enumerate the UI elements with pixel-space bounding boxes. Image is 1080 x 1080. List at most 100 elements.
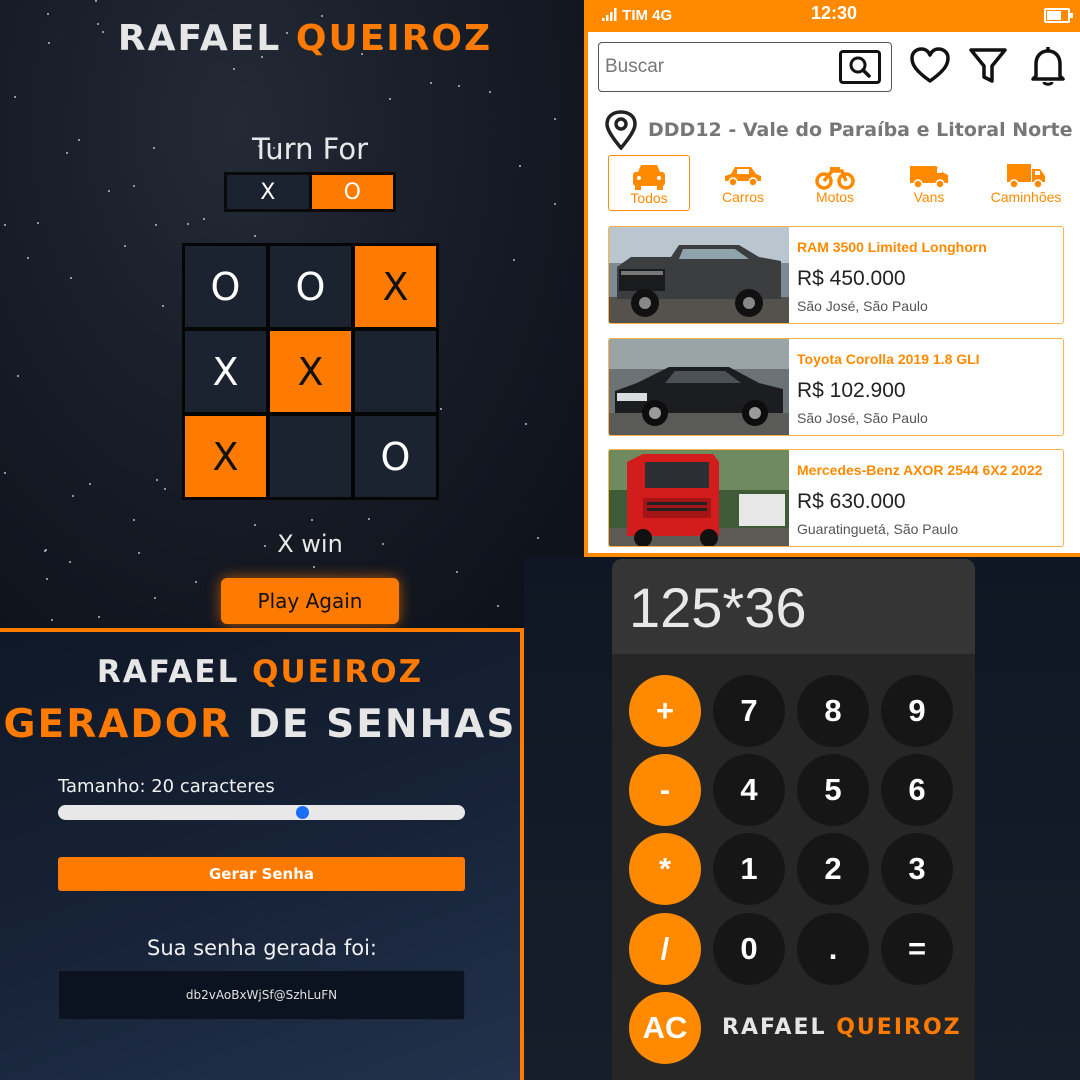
calc-key[interactable]: 9 <box>881 675 953 747</box>
star-dot <box>513 259 515 261</box>
star-dot <box>456 571 458 573</box>
calc-key[interactable]: / <box>629 913 701 985</box>
listing-photo <box>609 450 789 546</box>
brand-first: RAFAEL <box>117 18 282 59</box>
board-cell[interactable]: O <box>185 246 266 327</box>
listing-card[interactable]: Toyota Corolla 2019 1.8 GLI R$ 102.900 S… <box>608 338 1064 436</box>
star-dot <box>321 15 323 17</box>
board-cell[interactable] <box>270 416 351 497</box>
listing-price: R$ 102.900 <box>797 379 906 402</box>
star-dot <box>554 118 556 120</box>
star-dot <box>233 68 235 70</box>
listing-photo <box>609 339 789 435</box>
slider-handle[interactable] <box>295 806 309 819</box>
calc-key[interactable]: 0 <box>713 913 785 985</box>
calc-key[interactable]: 6 <box>881 754 953 826</box>
calculator-device: 125*36 +7 8 9 -4 5 6 * 1 2 3 /0. = AC RAFAEL QUEIROZ <box>612 559 975 1080</box>
calc-key[interactable]: * <box>629 833 701 905</box>
calc-key[interactable]: 4 <box>713 754 785 826</box>
star-dot <box>70 277 72 279</box>
brand-first: RAFAEL <box>722 1015 827 1040</box>
star-dot <box>489 91 491 93</box>
category-label: Vans <box>913 189 945 205</box>
star-dot <box>14 96 16 98</box>
length-slider[interactable] <box>58 805 465 820</box>
listing-card[interactable]: RAM 3500 Limited Longhorn R$ 450.000 São… <box>608 226 1064 324</box>
board-cell[interactable] <box>355 331 436 412</box>
search-input[interactable] <box>605 56 835 78</box>
listing-city: São José, São Paulo <box>797 410 928 426</box>
motorcycle-icon <box>815 167 855 190</box>
star-dot <box>311 519 313 521</box>
password-output[interactable]: db2vAoBxWjSf@SzhLuFN <box>58 970 465 1020</box>
heart-icon[interactable] <box>908 44 952 88</box>
location-row[interactable]: DDD12 - Vale do Paraíba e Litoral Norte <box>602 110 1073 150</box>
calc-key[interactable]: 8 <box>797 675 869 747</box>
board-cell[interactable]: X <box>185 416 266 497</box>
listing-title: RAM 3500 Limited Longhorn <box>797 239 987 255</box>
star-dot <box>124 245 126 247</box>
calculator-display: 125*36 <box>612 559 975 654</box>
calc-key[interactable]: 2 <box>797 833 869 905</box>
result-label: Sua senha gerada foi: <box>147 936 377 960</box>
board-cell[interactable]: X <box>185 331 266 412</box>
search-icon[interactable] <box>839 50 881 84</box>
category-bar: Todos Carros Motos Vans Caminhões <box>608 155 1068 211</box>
star-dot <box>430 82 432 84</box>
category-carros[interactable]: Carros <box>702 155 784 211</box>
star-dot <box>497 605 499 607</box>
car-app-panel: TIM 4G 12:30 DDD12 - Vale do Paraíba e L… <box>584 0 1080 557</box>
calc-key[interactable]: + <box>629 675 701 747</box>
category-caminhoes[interactable]: Caminhões <box>980 155 1072 211</box>
calc-key[interactable]: - <box>629 754 701 826</box>
listing-price: R$ 450.000 <box>797 267 906 290</box>
star-dot <box>313 566 315 568</box>
filter-icon[interactable] <box>966 44 1010 88</box>
password-generator-panel: RAFAEL QUEIROZ GERADOR DE SENHAS Tamanho… <box>0 628 524 1080</box>
star-dot <box>108 190 110 192</box>
brand-logo: RAFAEL QUEIROZ <box>0 18 584 59</box>
calc-key[interactable]: . <box>797 913 869 985</box>
calc-key[interactable]: 3 <box>881 833 953 905</box>
listing-photo <box>609 227 789 323</box>
brand-second: QUEIROZ <box>252 654 424 690</box>
star-dot <box>69 561 71 563</box>
calc-key[interactable]: 1 <box>713 833 785 905</box>
generate-password-button[interactable]: Gerar Senha <box>58 857 465 891</box>
category-vans[interactable]: Vans <box>888 155 970 211</box>
van-icon <box>910 166 948 189</box>
board-cell[interactable]: X <box>355 246 436 327</box>
board-cell[interactable]: X <box>270 331 351 412</box>
board-cell[interactable]: O <box>270 246 351 327</box>
star-dot <box>368 518 370 520</box>
star-dot <box>72 495 74 497</box>
listing-title: Mercedes-Benz AXOR 2544 6X2 2022 <box>797 462 1043 478</box>
title-second: DE SENHAS <box>247 702 517 747</box>
calc-key[interactable]: = <box>881 913 953 985</box>
star-dot <box>254 235 256 237</box>
tictactoe-panel: RAFAEL QUEIROZ Turn For X O OOXXXXO X wi… <box>0 0 584 628</box>
star-dot <box>47 13 49 15</box>
category-label: Motos <box>815 189 855 205</box>
turn-o: O <box>311 175 393 209</box>
board-cell[interactable]: O <box>355 416 436 497</box>
listing-card[interactable]: Mercedes-Benz AXOR 2544 6X2 2022 R$ 630.… <box>608 449 1064 547</box>
category-motos[interactable]: Motos <box>794 155 876 211</box>
star-dot <box>4 224 6 226</box>
calc-key[interactable]: AC <box>629 992 701 1064</box>
turn-indicator: X O <box>224 172 396 212</box>
calc-key[interactable]: 7 <box>713 675 785 747</box>
star-dot <box>27 257 29 259</box>
star-dot <box>51 619 53 621</box>
calc-key[interactable]: 5 <box>797 754 869 826</box>
category-todos[interactable]: Todos <box>608 155 690 211</box>
play-again-button[interactable]: Play Again <box>221 578 399 624</box>
size-label: Tamanho: 20 caracteres <box>58 776 275 797</box>
search-bar <box>598 42 892 92</box>
star-dot <box>155 224 157 226</box>
listing-title: Toyota Corolla 2019 1.8 GLI <box>797 351 980 367</box>
display-value: 125*36 <box>629 576 807 639</box>
star-dot <box>554 203 556 205</box>
star-dot <box>440 408 442 410</box>
bell-icon[interactable] <box>1026 44 1070 88</box>
